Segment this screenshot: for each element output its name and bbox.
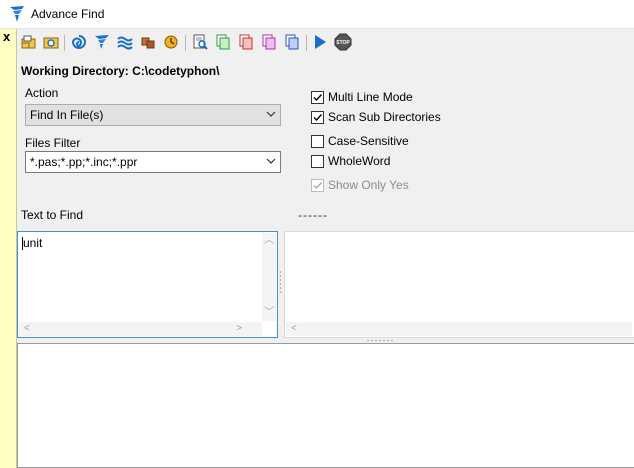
- copy-red-icon[interactable]: [237, 33, 255, 51]
- case-sensitive-checkbox[interactable]: Case-Sensitive: [311, 133, 409, 149]
- action-select-value: Find In File(s): [30, 108, 104, 122]
- typhon-spiral-icon[interactable]: [70, 33, 88, 51]
- horizontal-splitter-grip[interactable]: [366, 339, 394, 342]
- typhon-app-icon: [9, 5, 25, 23]
- text-to-find-input[interactable]: unit ︿ ﹀ < >: [17, 231, 278, 338]
- window-title: Advance Find: [31, 7, 105, 21]
- whole-word-checkbox[interactable]: WholeWord: [311, 153, 390, 169]
- typhon-waves-icon[interactable]: [116, 33, 134, 51]
- package-icon[interactable]: [139, 33, 157, 51]
- text-to-find-value: unit: [23, 236, 43, 250]
- title-bar: Advance Find: [0, 0, 634, 29]
- files-filter-label: Files Filter: [25, 136, 81, 150]
- typhon-logo-icon[interactable]: [93, 33, 111, 51]
- checkbox-box[interactable]: [311, 134, 324, 148]
- checkbox-box[interactable]: [311, 90, 324, 104]
- toolbar: STOP: [18, 32, 634, 54]
- scroll-left-icon[interactable]: <: [291, 324, 297, 334]
- checkbox-label: Case-Sensitive: [328, 134, 409, 148]
- files-filter-combobox[interactable]: *.pas;*.pp;*.inc;*.ppr: [25, 151, 281, 173]
- checkbox-label: WholeWord: [328, 154, 391, 168]
- browse-folder-icon[interactable]: [42, 33, 60, 51]
- toolbar-separator: [306, 35, 307, 51]
- checkbox-box: [311, 178, 324, 192]
- docked-panel-strip: x: [0, 29, 17, 468]
- scroll-down-icon[interactable]: ﹀: [264, 308, 274, 318]
- multi-line-mode-checkbox[interactable]: Multi Line Mode: [311, 89, 413, 105]
- open-folder-icon[interactable]: [20, 33, 38, 51]
- find-in-files-icon[interactable]: [191, 33, 209, 51]
- vertical-splitter-grip[interactable]: [279, 270, 282, 296]
- stop-icon-text: STOP: [336, 40, 350, 46]
- toolbar-separator: [185, 35, 186, 51]
- close-panel-button[interactable]: x: [3, 30, 10, 44]
- chevron-down-icon: [266, 158, 276, 164]
- copy-magenta-icon[interactable]: [260, 33, 278, 51]
- checkbox-label: Show Only Yes: [328, 178, 409, 192]
- checkbox-box[interactable]: [311, 154, 324, 168]
- files-filter-value: *.pas;*.pp;*.inc;*.ppr: [30, 155, 138, 169]
- scroll-left-icon[interactable]: <: [24, 324, 30, 334]
- horizontal-scrollbar[interactable]: <: [286, 322, 632, 336]
- horizontal-scrollbar[interactable]: < >: [19, 322, 262, 336]
- toolbar-separator: [64, 35, 65, 51]
- scroll-up-icon[interactable]: ︿: [264, 236, 274, 246]
- checkbox-box[interactable]: [311, 110, 324, 124]
- vertical-scrollbar[interactable]: ︿ ﹀: [262, 233, 276, 321]
- checkbox-label: Multi Line Mode: [328, 90, 413, 104]
- copy-green-icon[interactable]: [214, 33, 232, 51]
- stop-icon[interactable]: STOP: [334, 33, 352, 51]
- run-icon[interactable]: [311, 33, 329, 51]
- output-pane[interactable]: [17, 343, 634, 468]
- working-directory-label: Working Directory: C:\codetyphon\: [21, 64, 220, 78]
- copy-blue-icon[interactable]: [283, 33, 301, 51]
- chevron-down-icon: [266, 111, 276, 117]
- action-select[interactable]: Find In File(s): [25, 104, 281, 126]
- scan-sub-directories-checkbox[interactable]: Scan Sub Directories: [311, 109, 441, 125]
- scroll-right-icon[interactable]: >: [236, 324, 242, 334]
- clock-icon[interactable]: [162, 33, 180, 51]
- action-label: Action: [25, 86, 59, 100]
- show-only-yes-checkbox: Show Only Yes: [311, 177, 409, 193]
- checkbox-label: Scan Sub Directories: [328, 110, 441, 124]
- status-dashes: ------: [298, 208, 328, 222]
- search-results-pane[interactable]: <: [284, 231, 634, 338]
- text-to-find-label: Text to Find: [21, 208, 84, 222]
